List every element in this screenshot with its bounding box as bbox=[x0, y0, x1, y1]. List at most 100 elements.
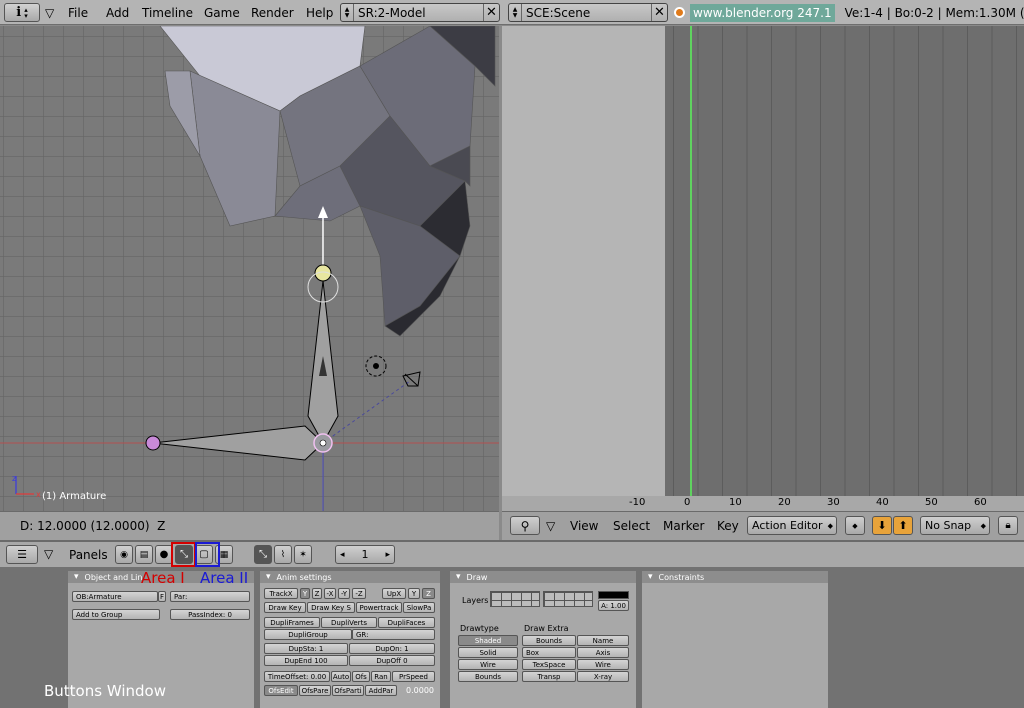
extra-bounds-button[interactable]: Bounds bbox=[522, 635, 576, 646]
powertrack-button[interactable]: Powertrack bbox=[356, 602, 402, 613]
arrow-left-icon[interactable]: ◂ bbox=[340, 550, 345, 560]
drawtype-bounds[interactable]: Bounds bbox=[458, 671, 518, 682]
action-timeline-grid[interactable] bbox=[665, 26, 1024, 496]
parent-field[interactable]: Par: bbox=[170, 591, 250, 602]
object-subcontext-button[interactable]: ⤡ bbox=[254, 545, 272, 564]
track-neg-z-button[interactable]: -Z bbox=[352, 588, 366, 599]
add-parent-button[interactable]: AddPar bbox=[365, 685, 397, 696]
physics-subcontext-button[interactable]: ⌇ bbox=[274, 545, 292, 564]
ran-button[interactable]: Ran bbox=[371, 671, 391, 682]
logic-context-button[interactable]: ◉ bbox=[115, 545, 133, 564]
mode-selector[interactable]: Action Editor ◆ bbox=[747, 516, 837, 535]
close-icon[interactable]: ✕ bbox=[651, 4, 667, 21]
track-neg-x-button[interactable]: -X bbox=[324, 588, 336, 599]
time-offset-field[interactable]: TimeOffset: 0.00 bbox=[264, 671, 330, 682]
track-x-button[interactable]: TrackX bbox=[264, 588, 298, 599]
extra-name-button[interactable]: Name bbox=[577, 635, 629, 646]
auto-button[interactable]: Auto bbox=[331, 671, 351, 682]
tick-label: 0 bbox=[684, 497, 691, 508]
menu-add[interactable]: Add bbox=[106, 0, 129, 25]
drawtype-solid[interactable]: Solid bbox=[458, 647, 518, 658]
svg-text:z: z bbox=[12, 474, 16, 483]
channel-list[interactable] bbox=[502, 26, 665, 496]
extra-texspace-button[interactable]: TexSpace bbox=[522, 659, 576, 670]
track-z-button[interactable]: Z bbox=[312, 588, 322, 599]
layers-grid-left[interactable] bbox=[490, 591, 540, 607]
ofs-button[interactable]: Ofs bbox=[352, 671, 370, 682]
copy-pose-button[interactable]: ⬇ bbox=[872, 516, 892, 535]
extra-xray-button[interactable]: X-ray bbox=[577, 671, 629, 682]
collapse-menu-icon[interactable]: ▽ bbox=[546, 519, 555, 533]
panel-header[interactable]: Draw bbox=[450, 571, 636, 583]
dup-off-field[interactable]: DupOff 0 bbox=[349, 655, 435, 666]
current-frame-line[interactable] bbox=[690, 26, 692, 496]
prspeed-button[interactable]: PrSpeed bbox=[392, 671, 435, 682]
menu-timeline[interactable]: Timeline bbox=[142, 0, 193, 25]
dup-sta-field[interactable]: DupSta: 1 bbox=[264, 643, 348, 654]
collapse-menu-icon[interactable]: ▽ bbox=[45, 0, 54, 25]
menu-file[interactable]: File bbox=[68, 0, 88, 25]
editor-type-menu[interactable]: ☰ bbox=[6, 545, 38, 564]
window-type-menu[interactable]: i ▴ ▾ bbox=[4, 3, 40, 22]
slow-parent-button[interactable]: SlowPa bbox=[403, 602, 435, 613]
fake-user-button[interactable]: F bbox=[158, 591, 166, 602]
dupli-frames-button[interactable]: DupliFrames bbox=[264, 617, 320, 628]
bounds-type-selector[interactable]: Box bbox=[522, 647, 576, 658]
drawtype-wire[interactable]: Wire bbox=[458, 659, 518, 670]
frame-number-field[interactable]: ◂ 1 ▸ bbox=[335, 545, 395, 564]
up-y-button[interactable]: Y bbox=[408, 588, 420, 599]
collapse-menu-icon[interactable]: ▽ bbox=[44, 547, 53, 561]
drawtype-shaded[interactable]: Shaded bbox=[458, 635, 518, 646]
layers-grid-right[interactable] bbox=[543, 591, 593, 607]
snap-selector[interactable]: No Snap ◆ bbox=[920, 516, 990, 535]
group-field[interactable]: GR: bbox=[352, 629, 435, 640]
dupli-group-button[interactable]: DupliGroup bbox=[264, 629, 352, 640]
pass-index-field[interactable]: PassIndex: 0 bbox=[170, 609, 250, 620]
color-swatch[interactable] bbox=[598, 591, 629, 599]
close-icon[interactable]: ✕ bbox=[483, 4, 499, 21]
particles-subcontext-button[interactable]: ✶ bbox=[294, 545, 312, 564]
screen-selector[interactable]: ▲ ▼ SR:2-Model ✕ bbox=[340, 3, 500, 22]
menu-game[interactable]: Game bbox=[204, 0, 240, 25]
object-name-field[interactable]: OB:Armature bbox=[72, 591, 158, 602]
menu-select[interactable]: Select bbox=[613, 519, 650, 533]
menu-key[interactable]: Key bbox=[717, 519, 739, 533]
track-y-button[interactable]: Y bbox=[300, 588, 310, 599]
menu-render[interactable]: Render bbox=[251, 0, 294, 25]
extra-transp-button[interactable]: Transp bbox=[522, 671, 576, 682]
dupli-verts-button[interactable]: DupliVerts bbox=[321, 617, 377, 628]
panel-header[interactable]: Anim settings bbox=[260, 571, 440, 583]
track-neg-y-button[interactable]: -Y bbox=[338, 588, 350, 599]
alpha-field[interactable]: A: 1.00 bbox=[598, 600, 629, 611]
dup-end-field[interactable]: DupEnd 100 bbox=[264, 655, 348, 666]
dup-on-field[interactable]: DupOn: 1 bbox=[349, 643, 435, 654]
action-selector[interactable]: ◆ bbox=[845, 516, 865, 535]
screen-name[interactable]: SR:2-Model bbox=[354, 6, 483, 20]
dupli-faces-button[interactable]: DupliFaces bbox=[378, 617, 435, 628]
script-context-button[interactable]: ▤ bbox=[135, 545, 153, 564]
frame-ruler[interactable]: -10 0 10 20 30 40 50 60 bbox=[502, 496, 1024, 511]
lock-button[interactable]: 🔒︎ bbox=[998, 516, 1018, 535]
arrow-right-icon[interactable]: ▸ bbox=[385, 550, 390, 560]
ofs-edit-button[interactable]: OfsEdit bbox=[264, 685, 298, 696]
menu-view[interactable]: View bbox=[570, 519, 598, 533]
scene-selector[interactable]: ▲ ▼ SCE:Scene ✕ bbox=[508, 3, 668, 22]
add-to-group-button[interactable]: Add to Group bbox=[72, 609, 160, 620]
paste-pose-button[interactable]: ⬆ bbox=[893, 516, 913, 535]
menu-marker[interactable]: Marker bbox=[663, 519, 704, 533]
updown-icon: ▲ ▼ bbox=[341, 4, 354, 21]
editor-type-menu[interactable]: ⚲ bbox=[510, 516, 540, 535]
scene-name[interactable]: SCE:Scene bbox=[522, 6, 651, 20]
panel-header[interactable]: Constraints bbox=[642, 571, 828, 583]
draw-key-button[interactable]: Draw Key bbox=[264, 602, 306, 613]
ofs-particle-button[interactable]: OfsParti bbox=[332, 685, 364, 696]
extra-wire-button[interactable]: Wire bbox=[577, 659, 629, 670]
ofs-parent-button[interactable]: OfsPare bbox=[299, 685, 331, 696]
extra-axis-button[interactable]: Axis bbox=[577, 647, 629, 658]
menu-help[interactable]: Help bbox=[306, 0, 333, 25]
action-editor[interactable]: -10 0 10 20 30 40 50 60 bbox=[502, 26, 1024, 511]
up-x-button[interactable]: UpX bbox=[382, 588, 406, 599]
up-z-button[interactable]: Z bbox=[422, 588, 435, 599]
3d-viewport[interactable]: z x (1) Armature bbox=[0, 26, 499, 511]
draw-key-sel-button[interactable]: Draw Key S bbox=[307, 602, 355, 613]
